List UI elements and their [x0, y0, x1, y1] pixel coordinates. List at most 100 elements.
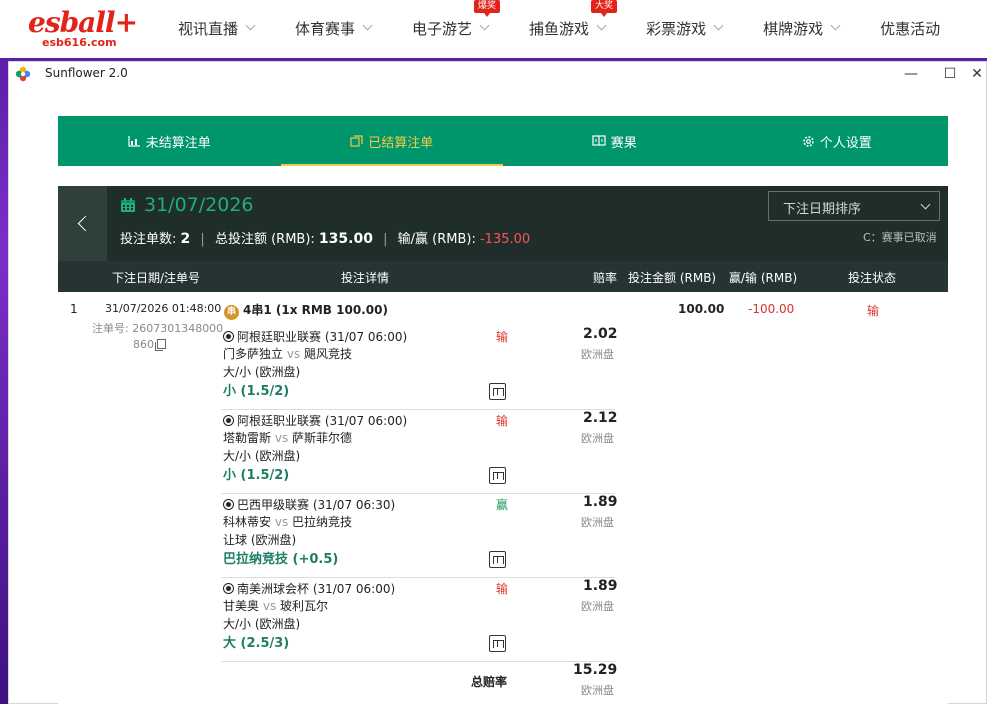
sort-select[interactable]: 下注日期排序: [768, 191, 940, 221]
bet-row: 1 31/07/2026 01:48:00 注单号: 2607301348000…: [58, 292, 948, 705]
leg-teams: 塔勒雷斯 vs 萨斯菲尔德: [223, 429, 352, 446]
nav-label: 体育赛事: [295, 19, 356, 38]
league-label: 巴西甲级联赛 (31/07 06:30): [237, 498, 396, 512]
leg-selection: 大 (2.5/3): [223, 636, 290, 651]
calendar-icon: [121, 198, 135, 212]
count-value: 2: [180, 231, 191, 247]
tab-settings[interactable]: 个人设置: [726, 116, 949, 166]
league-label: 南美洲球会杯 (31/07 06:00): [237, 582, 396, 596]
leg-odds: 1.89: [583, 494, 618, 510]
leg-odds: 2.12: [583, 410, 618, 426]
parlay-leg: 南美洲球会杯 (31/07 06:00) 甘美奥 vs 玻利瓦尔 大/小 (欧洲…: [221, 578, 618, 662]
back-button[interactable]: [58, 186, 107, 261]
tab-results[interactable]: 赛果: [503, 116, 726, 166]
total-odds-label: 总赔率: [471, 675, 508, 689]
league-label: 阿根廷职业联赛 (31/07 06:00): [237, 414, 408, 428]
leg-odds: 1.89: [583, 578, 618, 594]
settled-icon: [350, 135, 363, 147]
sort-select-value: 下注日期排序: [783, 202, 862, 217]
total-label: 总投注额 (RMB):: [214, 232, 315, 247]
maximize-button[interactable]: ☐: [930, 62, 970, 86]
count-label: 投注单数:: [120, 232, 177, 247]
leg-selection: 小 (1.5/2): [223, 468, 290, 483]
table-header: 下注日期/注单号 投注详情 赔率 投注金额 (RMB) 赢/输 (RMB) 投注…: [58, 261, 948, 292]
leg-result: 赢: [496, 498, 509, 512]
tab-label: 赛果: [610, 135, 637, 151]
home-team: 门多萨独立: [223, 347, 284, 361]
app-window: Sunflower 2.0 — ☐ ✕ 未结算注单 已结算注单 赛果 个人设置 …: [8, 61, 987, 705]
leg-odds-type: 欧洲盘: [581, 516, 614, 529]
home-team: 甘美奥: [223, 599, 260, 613]
total-odds-type: 欧洲盘: [581, 684, 614, 697]
summary-separator: |: [200, 232, 205, 247]
col-odds: 赔率: [593, 271, 618, 285]
away-team: 玻利瓦尔: [280, 599, 329, 613]
bet-winloss: -100.00: [748, 302, 795, 316]
summary-separator: |: [383, 232, 388, 247]
close-button[interactable]: ✕: [967, 62, 987, 86]
tab-unsettled[interactable]: 未结算注单: [58, 116, 281, 166]
chevron-left-icon: [77, 215, 93, 232]
leg-league: 阿根廷职业联赛 (31/07 06:00): [223, 328, 407, 345]
nav-label: 视讯直播: [178, 19, 239, 38]
vs-label: vs: [286, 347, 301, 361]
winloss-label: 输/赢 (RMB):: [397, 232, 476, 247]
chevron-down-icon: [596, 20, 607, 31]
nav-badge: 大奖: [591, 0, 618, 17]
nav-label: 电子游艺: [412, 19, 473, 38]
winloss-value: -135.00: [479, 232, 531, 247]
nav-label: 捕鱼游戏: [529, 19, 590, 38]
bet-status: 输: [867, 304, 880, 318]
bet-type: 串 4串1 (1x RMB 100.00): [224, 301, 388, 320]
total-value: 135.00: [318, 231, 373, 247]
nav-item-slots[interactable]: 爆奖 电子游艺: [412, 0, 501, 40]
nav-label: 棋牌游戏: [763, 19, 824, 38]
chevron-down-icon: [362, 20, 373, 31]
nav-item-sports[interactable]: 体育赛事: [295, 16, 373, 40]
stats-icon[interactable]: [489, 635, 506, 652]
home-team: 塔勒雷斯: [223, 431, 272, 445]
stats-icon[interactable]: [489, 551, 506, 568]
chevron-down-icon: [479, 20, 490, 31]
site-logo[interactable]: esball+ esb616.com: [28, 6, 138, 52]
leg-odds-type: 欧洲盘: [581, 348, 614, 361]
bet-id-line2: 860: [133, 338, 154, 351]
nav-item-fishing[interactable]: 大奖 捕鱼游戏: [529, 0, 618, 40]
leg-teams: 门多萨独立 vs 飓风竞技: [223, 345, 352, 362]
tab-label: 未结算注单: [145, 135, 211, 151]
tab-settled[interactable]: 已结算注单: [280, 116, 504, 166]
nav-item-live[interactable]: 视讯直播: [178, 16, 256, 40]
nav-item-cards[interactable]: 棋牌游戏: [763, 16, 841, 40]
bet-id-suffix: 860: [133, 338, 166, 351]
bet-datetime: 31/07/2026 01:48:00: [105, 302, 222, 315]
away-team: 飓风竞技: [304, 347, 353, 361]
nav-item-promotions[interactable]: 优惠活动: [880, 16, 940, 40]
copy-icon[interactable]: [155, 339, 166, 351]
leg-result: 输: [496, 414, 509, 428]
stats-icon[interactable]: [489, 383, 506, 400]
leg-odds-type: 欧洲盘: [581, 432, 614, 445]
gear-icon: [802, 135, 814, 147]
tab-bar: 未结算注单 已结算注单 赛果 个人设置: [58, 116, 948, 166]
cancel-legend: C：赛事已取消: [863, 231, 937, 244]
nav-item-lottery[interactable]: 彩票游戏: [646, 16, 724, 40]
logo-sub-text: esb616.com: [42, 36, 117, 49]
leg-odds: 2.02: [583, 326, 618, 342]
vs-label: vs: [274, 431, 289, 445]
window-titlebar[interactable]: Sunflower 2.0 — ☐ ✕: [9, 62, 986, 86]
stats-icon[interactable]: [489, 467, 506, 484]
vs-label: vs: [274, 515, 289, 529]
leg-market: 大/小 (欧洲盘): [223, 449, 301, 463]
away-team: 萨斯菲尔德: [292, 431, 353, 445]
settled-summary-header: 31/07/2026 投注单数: 2 | 总投注额 (RMB): 135.00 …: [58, 186, 948, 261]
minimize-button[interactable]: —: [891, 62, 931, 86]
chart-icon: [128, 136, 140, 147]
score-icon: [592, 135, 606, 146]
leg-market: 大/小 (欧洲盘): [223, 617, 301, 631]
bet-id: 注单号: 2607301348000: [92, 322, 224, 335]
soccer-ball-icon: [223, 415, 234, 426]
leg-result: 输: [496, 330, 509, 344]
bet-type-label: 4串1 (1x RMB 100.00): [243, 303, 388, 317]
leg-league: 巴西甲级联赛 (31/07 06:30): [223, 496, 395, 513]
leg-result: 输: [496, 582, 509, 596]
